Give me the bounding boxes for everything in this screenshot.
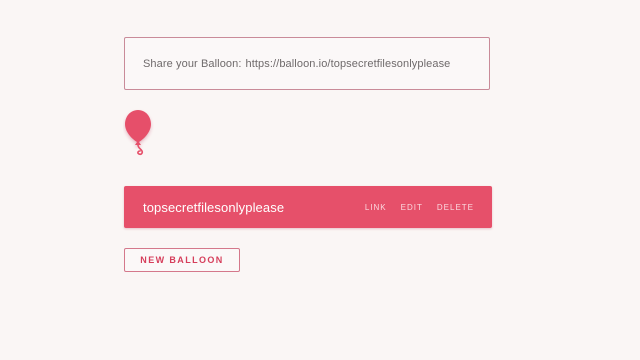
share-label: Share your Balloon: [143, 57, 242, 70]
link-button[interactable]: LINK [365, 203, 387, 212]
balloon-actions: LINK EDIT DELETE [351, 203, 474, 212]
balloon-name[interactable]: topsecretfilesonlyplease [143, 200, 351, 215]
edit-button[interactable]: EDIT [401, 203, 423, 212]
share-url[interactable]: https://balloon.io/topsecretfilesonlyple… [246, 58, 451, 70]
share-link-box[interactable]: Share your Balloon: https://balloon.io/t… [124, 37, 490, 90]
page: Share your Balloon: https://balloon.io/t… [0, 0, 640, 360]
delete-button[interactable]: DELETE [437, 203, 474, 212]
new-balloon-button[interactable]: NEW BALLOON [124, 248, 240, 272]
balloon-list-item: topsecretfilesonlyplease LINK EDIT DELET… [124, 186, 492, 228]
balloon-icon [123, 108, 157, 158]
